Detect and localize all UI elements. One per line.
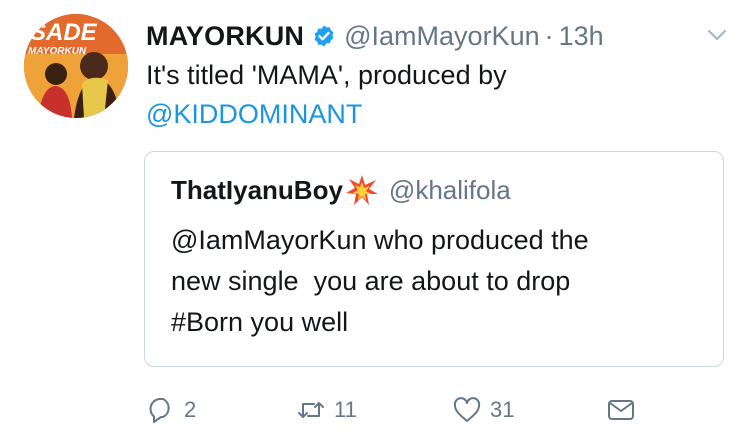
collision-emoji-icon (345, 175, 378, 205)
retweet-button[interactable]: 11 (296, 394, 357, 426)
reply-icon (149, 398, 170, 423)
like-icon (453, 397, 481, 422)
tweet-actions: 2 11 31 (146, 394, 706, 426)
author-handle[interactable]: @IamMayorKun (344, 21, 539, 52)
tweet-text-body: It's titled 'MAMA', produced by (146, 60, 507, 90)
verified-badge-icon (314, 25, 334, 47)
reply-button[interactable]: 2 (146, 394, 196, 426)
quoted-author-name: ThatIyanuBoy (171, 174, 343, 205)
author-name[interactable]: MAYORKUN (146, 21, 304, 52)
retweet-icon (298, 402, 324, 418)
direct-message-icon (608, 400, 634, 420)
like-button[interactable]: 31 (452, 394, 514, 426)
like-count: 31 (490, 397, 515, 422)
quoted-tweet-header: ThatIyanuBoy @khalifola (171, 174, 511, 206)
quoted-tweet-text: @IamMayorKun who produced the new single… (171, 225, 589, 337)
separator-dot: · (544, 20, 554, 51)
tweet-timestamp[interactable]: 13h (559, 21, 604, 52)
chevron-down-icon[interactable] (704, 22, 730, 48)
avatar-artist-text: MAYORKUN (28, 46, 87, 57)
tweet-header: MAYORKUN @IamMayorKun · 13h (146, 18, 730, 54)
retweet-count: 11 (334, 397, 357, 422)
quoted-tweet-card[interactable]: ThatIyanuBoy @khalifola @IamMayorKun who… (144, 151, 724, 367)
quoted-author-handle: @khalifola (388, 174, 511, 205)
direct-message-button[interactable] (606, 394, 636, 426)
author-avatar[interactable]: SADE MAYORKUN (24, 14, 128, 118)
avatar-title-text: SADE (30, 19, 98, 46)
mention-link[interactable]: @KIDDOMINANT (146, 99, 362, 129)
tweet-text: It's titled 'MAMA', produced by @KIDDOMI… (146, 56, 726, 134)
reply-count: 2 (184, 397, 197, 422)
